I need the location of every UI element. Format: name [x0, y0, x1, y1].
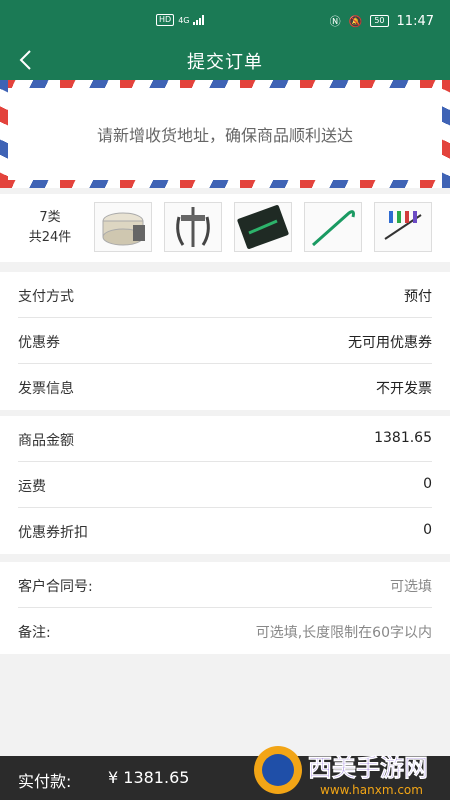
total-label: 实付款: [18, 772, 72, 791]
nav-bar: 提交订单 [0, 40, 450, 80]
payment-method-label: 支付方式 [18, 289, 74, 305]
hd-badge: HD [156, 14, 175, 26]
nfc-icon: Ⓝ [329, 15, 341, 28]
coupon-label: 优惠券 [18, 335, 60, 351]
product-count: 7类 共24件 [20, 208, 80, 248]
product-kinds: 7类 [39, 210, 61, 225]
envelope-border-top [0, 80, 450, 88]
goods-amount-value: 1381.65 [374, 430, 432, 446]
contract-number-row: 客户合同号: 可选填 [18, 562, 432, 608]
invoice-label: 发票信息 [18, 381, 74, 397]
clock: 11:47 [396, 13, 434, 29]
product-list[interactable]: 7类 共24件 [0, 188, 450, 262]
network-type: 4G [178, 15, 190, 25]
sanding-disc-icon [94, 202, 152, 252]
order-info-card: 支付方式 预付 优惠券 无可用优惠券 发票信息 不开发票 [0, 272, 450, 410]
coupon-discount-label: 优惠券折扣 [18, 525, 88, 541]
battery-icon: 50 [370, 15, 389, 27]
contract-number-input[interactable]: 可选填 [390, 576, 432, 596]
gear-puller-icon [164, 202, 222, 252]
product-total: 共24件 [28, 230, 72, 245]
shipping-row: 运费 0 [18, 462, 432, 508]
payment-method-value: 预付 [404, 289, 432, 305]
envelope-border-bottom [0, 180, 450, 188]
screwdriver-set-icon [374, 202, 432, 252]
coupon-row[interactable]: 优惠券 无可用优惠券 [18, 318, 432, 364]
coupon-value: 无可用优惠券 [348, 335, 432, 351]
coupon-discount-row: 优惠券折扣 0 [18, 508, 432, 554]
signal-icon [193, 15, 205, 25]
pry-bar-icon [304, 202, 362, 252]
payment-method-row[interactable]: 支付方式 预付 [18, 272, 432, 318]
add-address-card[interactable]: 请新增收货地址，确保商品顺利送达 [0, 80, 450, 188]
status-bar: HD 4G Ⓝ 🔕 50 11:47 [0, 0, 450, 40]
page-title: 提交订单 [187, 52, 263, 73]
site-watermark: 西美手游网 www.hanxm.com [250, 740, 450, 800]
goods-amount-label: 商品金额 [18, 433, 74, 449]
network-indicators: HD 4G [156, 14, 205, 26]
mute-icon: 🔕 [348, 14, 363, 28]
shipping-value: 0 [423, 476, 432, 492]
contract-number-label: 客户合同号: [18, 579, 93, 595]
extra-info-card: 客户合同号: 可选填 备注: 可选填,长度限制在60字以内 [0, 562, 450, 654]
invoice-value: 不开发票 [376, 381, 432, 397]
shipping-label: 运费 [18, 479, 46, 495]
total-value: ¥ 1381.65 [108, 768, 190, 787]
coupon-discount-value: 0 [423, 522, 432, 538]
watermark-text: 西美手游网 [308, 754, 428, 782]
watermark-url: www.hanxm.com [320, 783, 423, 797]
tool-set-icon [234, 202, 292, 252]
note-label: 备注: [18, 625, 51, 641]
goods-amount-row: 商品金额 1381.65 [18, 416, 432, 462]
invoice-row[interactable]: 发票信息 不开发票 [18, 364, 432, 410]
note-row: 备注: 可选填,长度限制在60字以内 [18, 608, 432, 654]
status-right: Ⓝ 🔕 50 11:47 [330, 13, 434, 29]
amounts-card: 商品金额 1381.65 运费 0 优惠券折扣 0 [0, 416, 450, 554]
note-input[interactable]: 可选填,长度限制在60字以内 [256, 622, 432, 642]
address-prompt: 请新增收货地址，确保商品顺利送达 [96, 126, 353, 145]
